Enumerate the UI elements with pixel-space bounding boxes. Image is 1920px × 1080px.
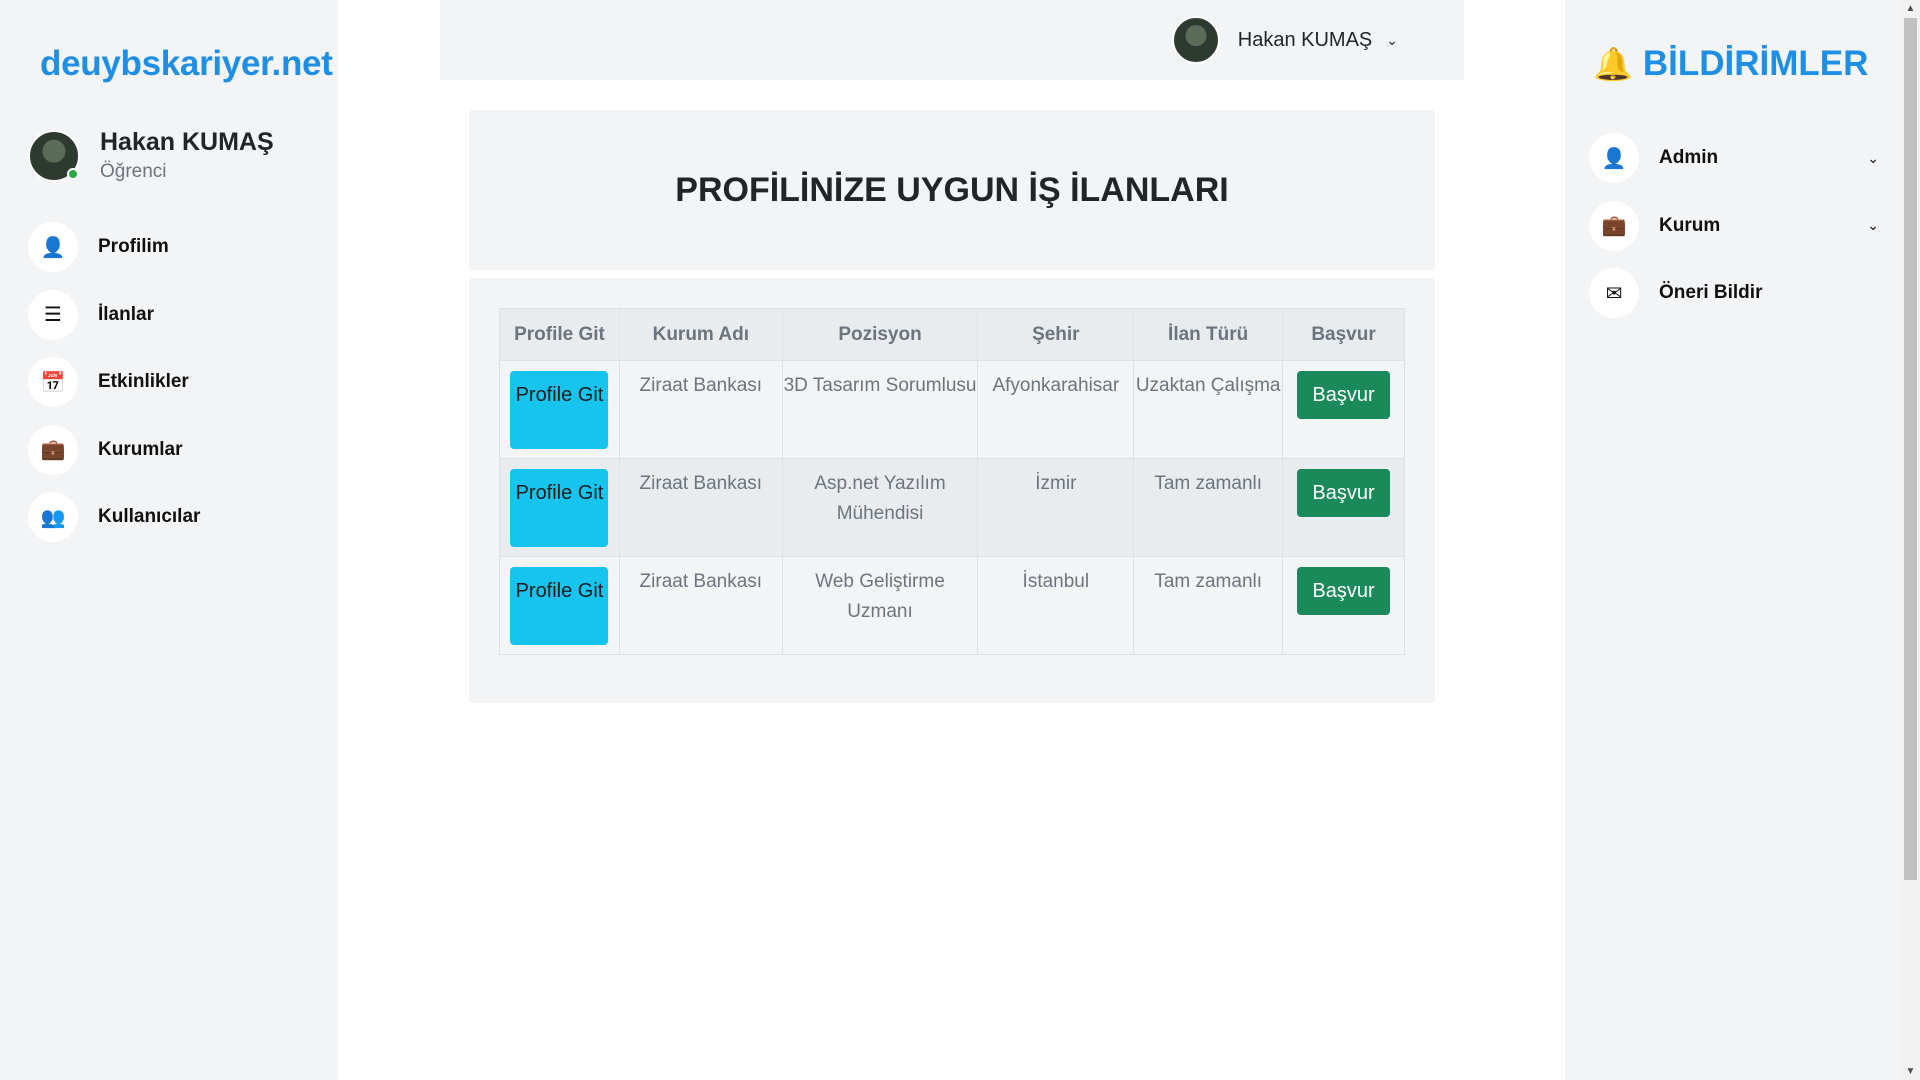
company-cell: Ziraat Bankası [618,360,783,459]
notification-item-label: Admin [1659,147,1719,168]
position-cell: 3D Tasarım Sorumlusu [781,360,979,459]
apply-button[interactable]: Başvur [1297,469,1391,517]
calendar-icon: 📅 [28,357,78,407]
apply-button[interactable]: Başvur [1297,567,1391,615]
profile-role: Öğrenci [100,161,167,182]
chevron-down-icon[interactable]: ⌄ [1867,217,1879,234]
notifications-nav: 👤 Admin ⌄ 💼 Kurum ⌄ ✉ Öneri Bildir [1589,133,1879,336]
vertical-scrollbar[interactable]: ▲ ▼ [1901,0,1920,1080]
profile-git-button[interactable]: Profile Git [510,371,609,449]
users-icon: 👥 [28,492,78,542]
sidebar-item-kurumlar[interactable]: 💼 Kurumlar [28,424,200,475]
city-cell: Afyonkarahisar [977,360,1135,459]
notification-item-label: Öneri Bildir [1659,282,1763,303]
sidebar-item-kullanicilar[interactable]: 👥 Kullanıcılar [28,492,200,542]
job-listings-card: Profile Git Kurum Adı Pozisyon Şehir İla… [469,278,1435,703]
user-menu[interactable]: Hakan KUMAŞ ⌄ [1171,16,1398,64]
user-icon: 👤 [1589,133,1639,183]
avatar [1171,16,1220,64]
table-header-row: Profile Git Kurum Adı Pozisyon Şehir İla… [499,308,1405,361]
sidebar-item-label: Kullanıcılar [98,506,201,527]
position-cell: Web Geliştirme Uzmanı [781,556,979,655]
city-cell: İstanbul [977,556,1135,655]
notification-item-admin[interactable]: 👤 Admin ⌄ [1589,133,1879,183]
sidebar-item-label: Kurumlar [98,438,183,460]
column-header: Şehir [977,308,1135,361]
job-listings-table: Profile Git Kurum Adı Pozisyon Şehir İla… [499,308,1405,655]
chevron-down-icon[interactable]: ⌄ [1867,150,1879,167]
listing-type-cell: Tam zamanlı [1133,556,1284,655]
online-status-dot [67,167,79,180]
sidebar-nav: 👤 Profilim ☰ İlanlar 📅 Etkinlikler 💼 Kur… [28,222,200,560]
listing-type-cell: Uzaktan Çalışma [1133,360,1284,459]
notifications-title-text: BİLDİRİMLER [1642,44,1869,83]
scroll-down-arrow-icon[interactable]: ▼ [1901,1063,1920,1080]
company-cell: Ziraat Bankası [618,556,783,655]
column-header: Pozisyon [781,308,979,361]
table-row: Profile Git Ziraat Bankası Web Geliştirm… [499,556,1405,655]
notification-item-oneri-bildir[interactable]: ✉ Öneri Bildir [1589,268,1879,318]
city-cell: İzmir [977,458,1135,557]
brand-logo[interactable]: deuybskariyer.net [40,44,333,84]
user-icon: 👤 [28,222,78,272]
chevron-down-icon: ⌄ [1386,31,1398,48]
notifications-title: 🔔 BİLDİRİMLER [1593,44,1868,84]
column-header: Başvur [1282,308,1405,361]
page-title-card: PROFİLİNİZE UYGUN İŞ İLANLARI [469,110,1435,270]
sidebar-item-label: Etkinlikler [98,371,189,392]
left-sidebar: deuybskariyer.net Hakan KUMAŞ Öğrenci 👤 … [0,0,338,1080]
avatar [28,129,80,182]
list-icon: ☰ [28,289,78,340]
bell-icon: 🔔 [1593,46,1633,82]
table-row: Profile Git Ziraat Bankası Asp.net Yazıl… [499,458,1405,557]
page-title: PROFİLİNİZE UYGUN İŞ İLANLARI [675,170,1229,209]
briefcase-icon: 💼 [1589,200,1639,251]
notification-item-kurum[interactable]: 💼 Kurum ⌄ [1589,200,1879,251]
profile-git-button[interactable]: Profile Git [510,567,609,645]
position-cell: Asp.net Yazılım Mühendisi [781,458,979,557]
column-header: Profile Git [499,308,620,361]
scroll-up-arrow-icon[interactable]: ▲ [1901,0,1920,17]
topbar-username: Hakan KUMAŞ [1237,28,1373,51]
topbar: Hakan KUMAŞ ⌄ [440,0,1464,80]
company-cell: Ziraat Bankası [618,458,783,557]
notifications-sidebar: 🔔 BİLDİRİMLER 👤 Admin ⌄ 💼 Kurum ⌄ ✉ Öner… [1565,0,1901,1080]
sidebar-item-label: İlanlar [98,303,154,325]
sidebar-item-ilanlar[interactable]: ☰ İlanlar [28,289,200,340]
sidebar-item-label: Profilim [98,236,169,257]
table-row: Profile Git Ziraat Bankası 3D Tasarım So… [499,360,1405,459]
profile-card[interactable]: Hakan KUMAŞ Öğrenci [28,128,274,183]
apply-button[interactable]: Başvur [1297,371,1391,419]
profile-name: Hakan KUMAŞ [100,128,274,156]
profile-git-button[interactable]: Profile Git [510,469,609,547]
sidebar-item-etkinlikler[interactable]: 📅 Etkinlikler [28,357,200,407]
column-header: Kurum Adı [618,308,783,361]
sidebar-item-profilim[interactable]: 👤 Profilim [28,222,200,272]
column-header: İlan Türü [1133,308,1284,361]
scroll-thumb[interactable] [1904,18,1917,880]
listing-type-cell: Tam zamanlı [1133,458,1284,557]
envelope-icon: ✉ [1589,268,1639,318]
briefcase-icon: 💼 [28,424,78,475]
notification-item-label: Kurum [1659,214,1721,236]
